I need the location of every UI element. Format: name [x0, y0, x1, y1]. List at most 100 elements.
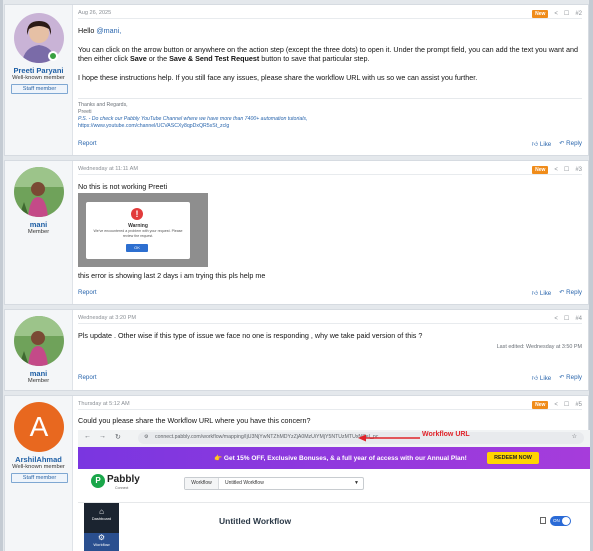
- new-badge: New: [532, 165, 549, 174]
- brand-name: Pabbly: [107, 474, 140, 485]
- workflow-url-annotation: Workflow URL: [422, 431, 470, 438]
- post-content: Wednesday at 11:11 AM New < ☐ #3 No this…: [78, 161, 582, 304]
- username[interactable]: ArshilAhmad: [5, 455, 72, 464]
- post-content: Thursday at 5:12 AM New < ☐ #5 Could you…: [78, 396, 590, 551]
- url-text: connect.pabbly.com/workflow/mapping/IjU3…: [155, 434, 379, 440]
- bookmark-icon[interactable]: ☐: [564, 315, 569, 322]
- like-label: Like: [539, 375, 552, 382]
- greeting-text: Hello: [78, 26, 97, 35]
- like-label: Like: [539, 290, 552, 297]
- workflow-bar: P Pabbly Connect Workflow Untitled Workf…: [78, 469, 590, 503]
- reload-icon: ↻: [115, 434, 121, 441]
- post-date[interactable]: Thursday at 5:12 AM: [78, 401, 130, 407]
- page-edge-left: [0, 0, 3, 551]
- staff-badge: Staff member: [11, 84, 68, 94]
- reply-icon: ↶: [559, 374, 565, 381]
- back-icon: ←: [84, 433, 91, 440]
- post-footer: Report 👍︎ Like ↶ Reply: [78, 289, 582, 298]
- post-header-icons: New < ☐ #2: [532, 9, 582, 18]
- share-icon[interactable]: <: [554, 316, 558, 322]
- post-date[interactable]: Aug 26, 2025: [78, 10, 111, 16]
- pabbly-logo-icon: P: [91, 474, 105, 488]
- avatar[interactable]: [14, 167, 64, 217]
- sig-youtube-link[interactable]: https://www.youtube.com/channel/UCVASCXy…: [78, 123, 582, 130]
- sidebar-label: Workflow: [93, 542, 110, 547]
- app-sidebar: ⌂ Dashboard ⚙ Workflow: [84, 503, 119, 551]
- share-icon[interactable]: <: [554, 167, 558, 173]
- bookmark-icon[interactable]: ☐: [564, 10, 569, 17]
- reply-label: Reply: [566, 140, 582, 147]
- sidebar-item-dashboard: ⌂ Dashboard: [84, 507, 119, 531]
- post-3: mani Member Wednesday at 11:11 AM New < …: [4, 160, 589, 305]
- post-5: A ArshilAhmad Well-known member Staff me…: [4, 395, 590, 551]
- sig-youtube-note[interactable]: P.S. - Do check our Pabbly YouTube Chann…: [78, 116, 582, 123]
- para-text: button to save that particular step.: [259, 54, 370, 63]
- reply-icon: ↶: [559, 140, 565, 147]
- post-number[interactable]: #5: [575, 402, 582, 408]
- username[interactable]: mani: [5, 220, 72, 229]
- warning-screenshot[interactable]: ! Warning We've encountered a problem wi…: [78, 193, 208, 267]
- avatar[interactable]: [14, 316, 64, 366]
- user-title: Well-known member: [12, 464, 65, 470]
- workflow-toggle: ON: [550, 516, 571, 526]
- like-button[interactable]: 👍︎ Like: [532, 140, 552, 148]
- reply-button[interactable]: ↶ Reply: [559, 374, 582, 382]
- sidebar-label: Dashboard: [91, 516, 112, 521]
- user-panel: mani Member: [5, 310, 73, 390]
- reply-label: Reply: [566, 374, 582, 381]
- site-info-icon: ⚙: [144, 434, 149, 440]
- report-link[interactable]: Report: [78, 140, 97, 147]
- post-header: Aug 26, 2025 New < ☐ #2: [78, 9, 582, 19]
- user-mention[interactable]: @mani,: [96, 26, 121, 35]
- sig-line: Thanks and Regards,: [78, 102, 128, 108]
- bookmark-icon[interactable]: ☐: [564, 166, 569, 173]
- post-footer: Report 👍︎ Like ↶ Reply: [78, 374, 582, 383]
- report-link[interactable]: Report: [78, 374, 97, 381]
- last-edited[interactable]: Last edited: Wednesday at 3:50 PM: [497, 344, 582, 350]
- para-text: or the: [146, 54, 170, 63]
- bookmark-star-icon: ☆: [571, 434, 577, 440]
- user-title: Well-known member: [12, 75, 65, 81]
- post-number[interactable]: #2: [575, 11, 582, 17]
- forward-icon: →: [99, 433, 106, 440]
- share-icon[interactable]: <: [554, 11, 558, 17]
- workflow-select: Workflow Untitled Workflow ▼: [184, 477, 364, 490]
- home-icon: ⌂: [99, 507, 104, 516]
- like-button[interactable]: 👍︎ Like: [532, 289, 552, 297]
- post-header-icons: New < ☐ #5: [532, 400, 582, 409]
- sig-line: Preeti: [78, 109, 92, 115]
- promo-text: 👉 Get 15% OFF, Exclusive Bonuses, & a fu…: [214, 455, 467, 462]
- report-link[interactable]: Report: [78, 289, 97, 296]
- post-content: Aug 26, 2025 New < ☐ #2 Hello @mani, You…: [78, 5, 582, 155]
- post-number[interactable]: #4: [575, 316, 582, 322]
- like-label: Like: [539, 141, 552, 148]
- post-text: Pls update . Other wise if this type of …: [78, 331, 423, 340]
- bookmark-icon[interactable]: ☐: [564, 401, 569, 408]
- post-text: No this is not working Preeti: [78, 182, 168, 191]
- post-header: Wednesday at 3:20 PM < ☐ #4: [78, 314, 582, 324]
- warning-dialog: ! Warning We've encountered a problem wi…: [86, 202, 190, 259]
- username[interactable]: Preeti Paryani: [5, 66, 72, 75]
- chevron-down-icon: ▼: [354, 480, 359, 486]
- reply-label: Reply: [566, 289, 582, 296]
- like-button[interactable]: 👍︎ Like: [532, 374, 552, 382]
- post-2: Preeti Paryani Well-known member Staff m…: [4, 4, 589, 156]
- user-title: Member: [27, 229, 50, 235]
- user-panel: mani Member: [5, 161, 73, 304]
- sidebar-item-workflow: ⚙ Workflow: [84, 533, 119, 551]
- redeem-now-button: REDEEM NOW: [487, 452, 539, 464]
- username[interactable]: mani: [5, 369, 72, 378]
- post-number[interactable]: #3: [575, 167, 582, 173]
- greeting: Hello @mani,: [78, 26, 582, 36]
- post-header: Thursday at 5:12 AM New < ☐ #5: [78, 400, 582, 410]
- post-date[interactable]: Wednesday at 3:20 PM: [78, 315, 136, 321]
- avatar[interactable]: A: [14, 402, 64, 452]
- post-actions: 👍︎ Like ↶ Reply: [532, 374, 582, 382]
- reply-button[interactable]: ↶ Reply: [559, 289, 582, 297]
- browser-screenshot[interactable]: ← → ↻ ⚙ connect.pabbly.com/workflow/mapp…: [78, 430, 590, 551]
- save-emphasis: Save: [129, 54, 147, 63]
- help-paragraph: I hope these instructions help. If you s…: [78, 72, 478, 82]
- post-date[interactable]: Wednesday at 11:11 AM: [78, 166, 138, 172]
- share-icon[interactable]: <: [554, 402, 558, 408]
- reply-button[interactable]: ↶ Reply: [559, 140, 582, 148]
